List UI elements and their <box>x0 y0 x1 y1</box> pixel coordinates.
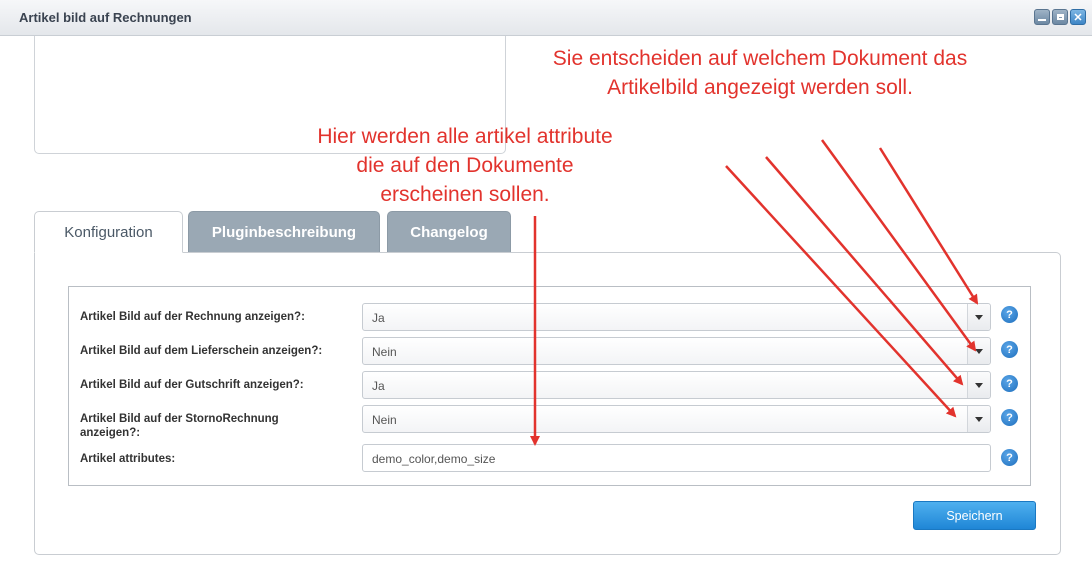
annotation-arrows <box>530 139 979 446</box>
arrow-to-rechnung <box>878 147 979 305</box>
arrow-to-lieferschein <box>820 139 977 352</box>
arrow-to-stornorechnung <box>725 165 957 418</box>
tab-konfiguration[interactable]: Konfiguration <box>34 211 183 253</box>
arrow-to-gutschrift <box>765 156 964 386</box>
